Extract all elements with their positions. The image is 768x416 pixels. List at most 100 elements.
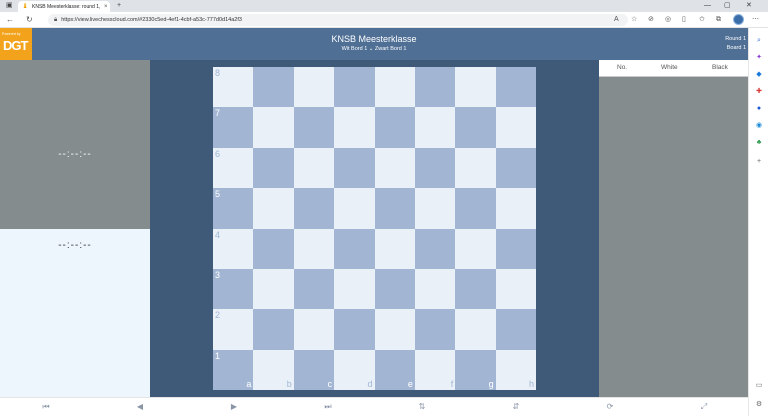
back-icon[interactable]: ← [6, 14, 14, 26]
board-square[interactable] [414, 188, 456, 229]
chess-board[interactable]: 87654321abcdefgh [213, 67, 536, 390]
dgt-logo[interactable]: Powered by DGT [0, 28, 32, 60]
outlook-icon[interactable]: ♣ [754, 138, 764, 148]
board-square[interactable] [455, 67, 496, 108]
board-square[interactable] [495, 268, 536, 310]
first-move-icon[interactable]: ⏮ [39, 401, 53, 413]
refresh-icon[interactable]: ↻ [26, 14, 33, 26]
add-sidebar-icon[interactable]: + [754, 157, 764, 167]
board-square[interactable] [293, 228, 335, 269]
fullscreen-icon[interactable]: ⤢ [697, 401, 711, 413]
board-square[interactable] [455, 107, 496, 148]
board-square[interactable] [414, 228, 456, 269]
favorites-star-icon[interactable]: ☆ [631, 14, 637, 26]
shopping-tag-icon[interactable]: ◆ [754, 70, 764, 80]
office-icon[interactable]: ◉ [754, 121, 764, 131]
board-square[interactable]: 5 [213, 188, 254, 229]
board-square[interactable] [374, 107, 415, 148]
board-square[interactable] [374, 147, 415, 189]
board-square[interactable]: d [334, 349, 375, 390]
board-square[interactable] [293, 107, 335, 148]
board-square[interactable] [455, 309, 496, 350]
board-square[interactable] [374, 309, 415, 350]
copilot-icon[interactable]: ✦ [754, 53, 764, 63]
board-square[interactable]: f [414, 349, 456, 390]
board-square[interactable] [334, 268, 375, 310]
previous-move-icon[interactable]: ◀ [133, 401, 147, 413]
sort-descending-icon[interactable]: ⇵ [509, 401, 523, 413]
board-square[interactable]: 6 [213, 147, 254, 189]
board-square[interactable] [495, 228, 536, 269]
board-square[interactable] [414, 309, 456, 350]
board-square[interactable] [374, 67, 415, 108]
board-square[interactable]: 1a [213, 349, 254, 390]
board-square[interactable]: 3 [213, 268, 254, 310]
board-square[interactable] [334, 147, 375, 189]
board-square[interactable] [334, 67, 375, 108]
board-square[interactable] [334, 188, 375, 229]
board-square[interactable] [414, 67, 456, 108]
board-square[interactable] [253, 268, 294, 310]
board-square[interactable] [414, 268, 456, 310]
board-square[interactable] [293, 67, 335, 108]
board-square[interactable]: 4 [213, 228, 254, 269]
board-square[interactable]: 2 [213, 309, 254, 350]
board-square[interactable] [334, 107, 375, 148]
board-square[interactable] [495, 309, 536, 350]
browser-tab[interactable]: ♝ KNSB Meesterklasse: round 1, g... × [18, 1, 110, 12]
board-square[interactable] [253, 147, 294, 189]
split-screen-icon[interactable]: ▯ [682, 14, 686, 26]
board-square[interactable] [293, 268, 335, 310]
board-square[interactable] [293, 309, 335, 350]
board-square[interactable] [455, 228, 496, 269]
board-square[interactable] [374, 268, 415, 310]
tracking-icon[interactable]: ◎ [665, 14, 671, 26]
board-square[interactable]: 7 [213, 107, 254, 148]
board-square[interactable] [455, 147, 496, 189]
board-square[interactable] [414, 147, 456, 189]
minimize-icon[interactable]: — [704, 0, 711, 12]
sidebar-layout-icon[interactable]: ▭ [754, 381, 764, 391]
board-square[interactable] [334, 228, 375, 269]
board-square[interactable] [253, 188, 294, 229]
board-square[interactable] [253, 309, 294, 350]
board-square[interactable]: 8 [213, 67, 254, 108]
profile-avatar[interactable] [733, 14, 744, 25]
tab-close-icon[interactable]: × [104, 4, 108, 10]
board-square[interactable] [414, 107, 456, 148]
maximize-icon[interactable]: ▢ [724, 0, 731, 12]
board-square[interactable]: e [374, 349, 415, 390]
favorites-icon[interactable]: ✩ [699, 14, 705, 26]
url-field[interactable]: 🔒︎ https://view.livechesscloud.com/#2330… [48, 14, 628, 26]
read-aloud-icon[interactable]: A [614, 14, 619, 26]
more-menu-icon[interactable]: ⋯ [752, 14, 759, 26]
board-square[interactable] [253, 67, 294, 108]
board-square[interactable] [374, 228, 415, 269]
last-move-icon[interactable]: ⏭ [321, 401, 335, 413]
next-move-icon[interactable]: ▶ [227, 401, 241, 413]
board-square[interactable] [293, 188, 335, 229]
flip-board-icon[interactable]: ⟳ [603, 401, 617, 413]
board-square[interactable] [495, 188, 536, 229]
board-square[interactable] [495, 67, 536, 108]
tab-actions-icon[interactable]: ▣ [6, 0, 13, 12]
board-square[interactable] [253, 107, 294, 148]
settings-gear-icon[interactable]: ⚙ [754, 400, 764, 410]
extension-icon[interactable]: ⊘ [648, 14, 654, 26]
games-icon[interactable]: ● [754, 104, 764, 114]
players-subtitle[interactable]: Wit Bord 1 ⌄ Zwart Bord 1 [0, 46, 748, 52]
board-square[interactable] [455, 188, 496, 229]
collections-icon[interactable]: ⧉ [716, 14, 721, 26]
search-icon[interactable]: ⌕ [754, 36, 764, 46]
board-square[interactable] [374, 188, 415, 229]
board-square[interactable]: b [253, 349, 294, 390]
board-square[interactable]: h [495, 349, 536, 390]
close-window-icon[interactable]: ✕ [746, 0, 752, 12]
new-tab-button[interactable]: + [117, 0, 121, 12]
tools-icon[interactable]: ✚ [754, 87, 764, 97]
board-square[interactable] [455, 268, 496, 310]
board-square[interactable] [334, 309, 375, 350]
board-square[interactable] [293, 147, 335, 189]
board-square[interactable] [495, 107, 536, 148]
board-square[interactable] [253, 228, 294, 269]
